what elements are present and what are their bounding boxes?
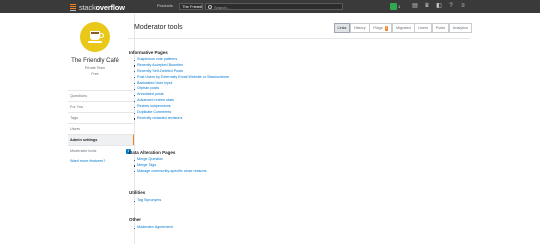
saucer-shape [88, 41, 102, 43]
link-list: Tag Synonyms [134, 198, 161, 204]
sidebar-item-label: Questions [70, 94, 88, 98]
logo-text: stackoverflow [79, 2, 125, 12]
feature-feedback-link[interactable]: Want more features? [70, 159, 105, 163]
sidebar-item-tags[interactable]: Tags [68, 112, 134, 123]
link-list: Moderator Agreement [134, 225, 173, 231]
tab-analytics[interactable]: Analytics [448, 23, 472, 33]
review-icon[interactable]: ◧ [436, 3, 442, 9]
sidebar-item-questions[interactable]: Questions [68, 90, 134, 101]
tab-migrated[interactable]: Migrated [391, 23, 415, 33]
avatar[interactable] [390, 3, 397, 10]
link-list: Suspicious vote patterns Recently Accept… [134, 57, 229, 122]
achievements-icon[interactable]: ♛ [424, 3, 430, 9]
search-input[interactable]: Search... [205, 3, 343, 10]
section-heading: Utilities [129, 190, 146, 195]
link-list: Merge Question Merge Tags Manage communi… [134, 157, 206, 175]
logo-mark-icon [69, 3, 77, 12]
section-heading: Other [129, 217, 142, 222]
sidebar-item-admin-settings[interactable]: Admin settings [68, 134, 134, 145]
private-team-label: Private Team [84, 66, 106, 70]
sidebar-item-for-you[interactable]: For You [68, 101, 134, 112]
sidebar-item-label: Admin settings [70, 138, 98, 142]
top-bar: stackoverflow Products The Friendly Café… [0, 0, 540, 13]
team-name: The Friendly Café [71, 58, 119, 64]
list-item[interactable]: Moderator Agreement [134, 225, 173, 231]
site-switcher-icon[interactable]: ≡ [460, 3, 466, 9]
sidebar-item-users[interactable]: Users [68, 123, 134, 134]
sidebar-item-label: For You [70, 105, 84, 109]
list-item[interactable]: Manage community-specific close reasons [134, 169, 206, 175]
help-icon[interactable]: ? [448, 3, 454, 9]
section-heading: Informative Pages [129, 50, 168, 55]
coffee-cup-icon [90, 31, 104, 40]
team-role: Free [91, 72, 99, 76]
products-menu[interactable]: Products [157, 3, 173, 8]
tab-flags[interactable]: Flags 1 [369, 23, 393, 33]
page-title: Moderator tools [134, 24, 183, 31]
title-divider [128, 38, 470, 39]
team-switcher[interactable]: The Friendly Café [179, 3, 203, 10]
tab-users[interactable]: Users [414, 23, 433, 33]
stackoverflow-logo[interactable]: stackoverflow [69, 2, 125, 12]
search-icon [208, 5, 212, 9]
tab-history[interactable]: History [349, 23, 370, 33]
reputation-count: 1 [398, 3, 401, 9]
sidebar-item-label: Moderator tools [70, 149, 97, 153]
sidebar-item-label: Users [70, 127, 80, 131]
sidebar-item-moderator-tools[interactable]: Moderator tools 1 [68, 145, 134, 156]
search-placeholder: Search... [214, 4, 231, 10]
tab-links[interactable]: Links [333, 23, 351, 33]
flag-count-badge: 1 [384, 25, 389, 31]
team-avatar [80, 22, 110, 52]
tab-posts[interactable]: Posts [431, 23, 450, 33]
list-item[interactable]: Tag Synonyms [134, 198, 161, 204]
inbox-icon[interactable]: ▤ [412, 3, 418, 9]
section-heading: Data Alteration Pages [129, 150, 176, 155]
tab-bar: Links History Flags 1 Migrated Users Post… [333, 23, 472, 33]
sidebar-item-label: Tags [70, 116, 79, 120]
list-item[interactable]: Recently redacted revisions [134, 116, 229, 122]
close-icon[interactable]: × [197, 4, 199, 9]
sidebar-divider [134, 14, 135, 244]
